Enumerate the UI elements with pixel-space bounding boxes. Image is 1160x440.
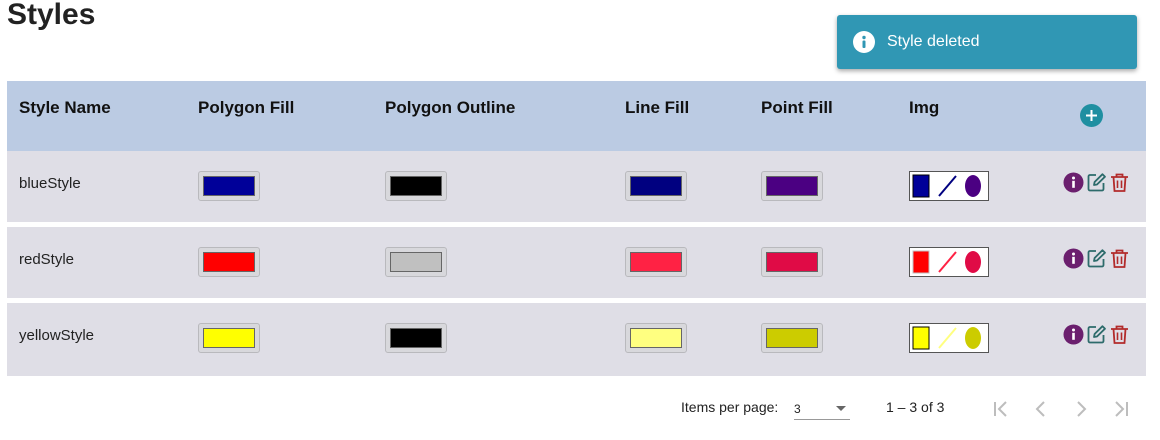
next-page-button[interactable] (1070, 398, 1092, 420)
style-image-preview (909, 323, 989, 353)
page-title: Styles (7, 0, 96, 31)
toast-notification: Style deleted (837, 15, 1137, 69)
chevron-right-icon (1077, 401, 1087, 417)
polygon-preview (912, 250, 930, 274)
point-fill-swatch-button[interactable] (761, 323, 823, 353)
line-fill-swatch-button[interactable] (625, 171, 687, 201)
line-preview (938, 251, 957, 273)
trash-icon (1111, 325, 1128, 344)
line-fill-swatch-button[interactable] (625, 247, 687, 277)
line-preview (938, 175, 957, 197)
toast-message: Style deleted (887, 33, 980, 50)
info-button[interactable] (1063, 248, 1084, 269)
line-fill-swatch (630, 252, 682, 272)
styles-table: Style Name Polygon Fill Polygon Outline … (7, 81, 1146, 376)
line-preview (938, 327, 957, 349)
point-fill-swatch (766, 328, 818, 348)
last-page-button[interactable] (1110, 398, 1132, 420)
last-page-icon (1115, 401, 1128, 417)
point-preview (965, 175, 981, 197)
delete-button[interactable] (1109, 248, 1130, 269)
style-name: blueStyle (19, 175, 81, 192)
previous-page-button[interactable] (1030, 398, 1052, 420)
line-fill-swatch (630, 328, 682, 348)
polygon-outline-swatch-button[interactable] (385, 247, 447, 277)
polygon-outline-swatch-button[interactable] (385, 323, 447, 353)
items-per-page-value: 3 (794, 402, 801, 416)
chevron-left-icon (1035, 401, 1045, 417)
edit-icon (1087, 325, 1106, 344)
polygon-fill-swatch (203, 252, 255, 272)
column-header-style-name: Style Name (19, 98, 111, 117)
polygon-outline-swatch (390, 328, 442, 348)
first-page-icon (994, 401, 1007, 417)
style-name: redStyle (19, 251, 75, 268)
chevron-down-icon (836, 406, 846, 411)
point-fill-swatch-button[interactable] (761, 247, 823, 277)
row-actions (1063, 324, 1130, 345)
line-fill-swatch (630, 176, 682, 196)
polygon-preview (912, 174, 930, 198)
edit-button[interactable] (1086, 248, 1107, 269)
first-page-button[interactable] (990, 398, 1012, 420)
table-row: yellowStyle (7, 303, 1146, 376)
edit-button[interactable] (1086, 172, 1107, 193)
column-header-line-fill: Line Fill (625, 98, 690, 117)
add-style-button[interactable] (1080, 104, 1103, 127)
polygon-fill-swatch (203, 328, 255, 348)
polygon-outline-swatch (390, 252, 442, 272)
trash-icon (1111, 249, 1128, 268)
style-name: yellowStyle (19, 327, 95, 344)
edit-icon (1087, 249, 1106, 268)
column-header-point-fill: Point Fill (761, 98, 833, 117)
paginator: Items per page: 3 1 – 3 of 3 (0, 398, 1160, 422)
edit-icon (1087, 173, 1106, 192)
polygon-fill-swatch (203, 176, 255, 196)
point-preview (965, 251, 981, 273)
edit-button[interactable] (1086, 324, 1107, 345)
items-per-page-label: Items per page: (681, 399, 779, 415)
info-icon (1063, 324, 1084, 345)
row-actions (1063, 172, 1130, 193)
polygon-fill-swatch-button[interactable] (198, 171, 260, 201)
column-header-polygon-outline: Polygon Outline (385, 98, 516, 117)
style-image-preview (909, 171, 989, 201)
point-fill-swatch (766, 252, 818, 272)
items-per-page-select[interactable]: 3 (794, 398, 850, 420)
table-header: Style Name Polygon Fill Polygon Outline … (7, 81, 1146, 151)
point-preview (965, 327, 981, 349)
row-actions (1063, 248, 1130, 269)
point-fill-swatch (766, 176, 818, 196)
point-fill-swatch-button[interactable] (761, 171, 823, 201)
trash-icon (1111, 173, 1128, 192)
polygon-preview (912, 326, 930, 350)
table-row: blueStyle (7, 151, 1146, 222)
info-button[interactable] (1063, 324, 1084, 345)
delete-button[interactable] (1109, 172, 1130, 193)
page-range-label: 1 – 3 of 3 (886, 399, 945, 415)
column-header-img: Img (909, 98, 940, 117)
info-icon (1063, 248, 1084, 269)
polygon-outline-swatch (390, 176, 442, 196)
delete-button[interactable] (1109, 324, 1130, 345)
line-fill-swatch-button[interactable] (625, 323, 687, 353)
style-image-preview (909, 247, 989, 277)
info-button[interactable] (1063, 172, 1084, 193)
table-row: redStyle (7, 227, 1146, 298)
polygon-fill-swatch-button[interactable] (198, 323, 260, 353)
column-header-polygon-fill: Polygon Fill (198, 98, 295, 117)
info-circle-icon (853, 31, 875, 53)
info-icon (1063, 172, 1084, 193)
polygon-outline-swatch-button[interactable] (385, 171, 447, 201)
plus-icon (1086, 110, 1097, 121)
polygon-fill-swatch-button[interactable] (198, 247, 260, 277)
